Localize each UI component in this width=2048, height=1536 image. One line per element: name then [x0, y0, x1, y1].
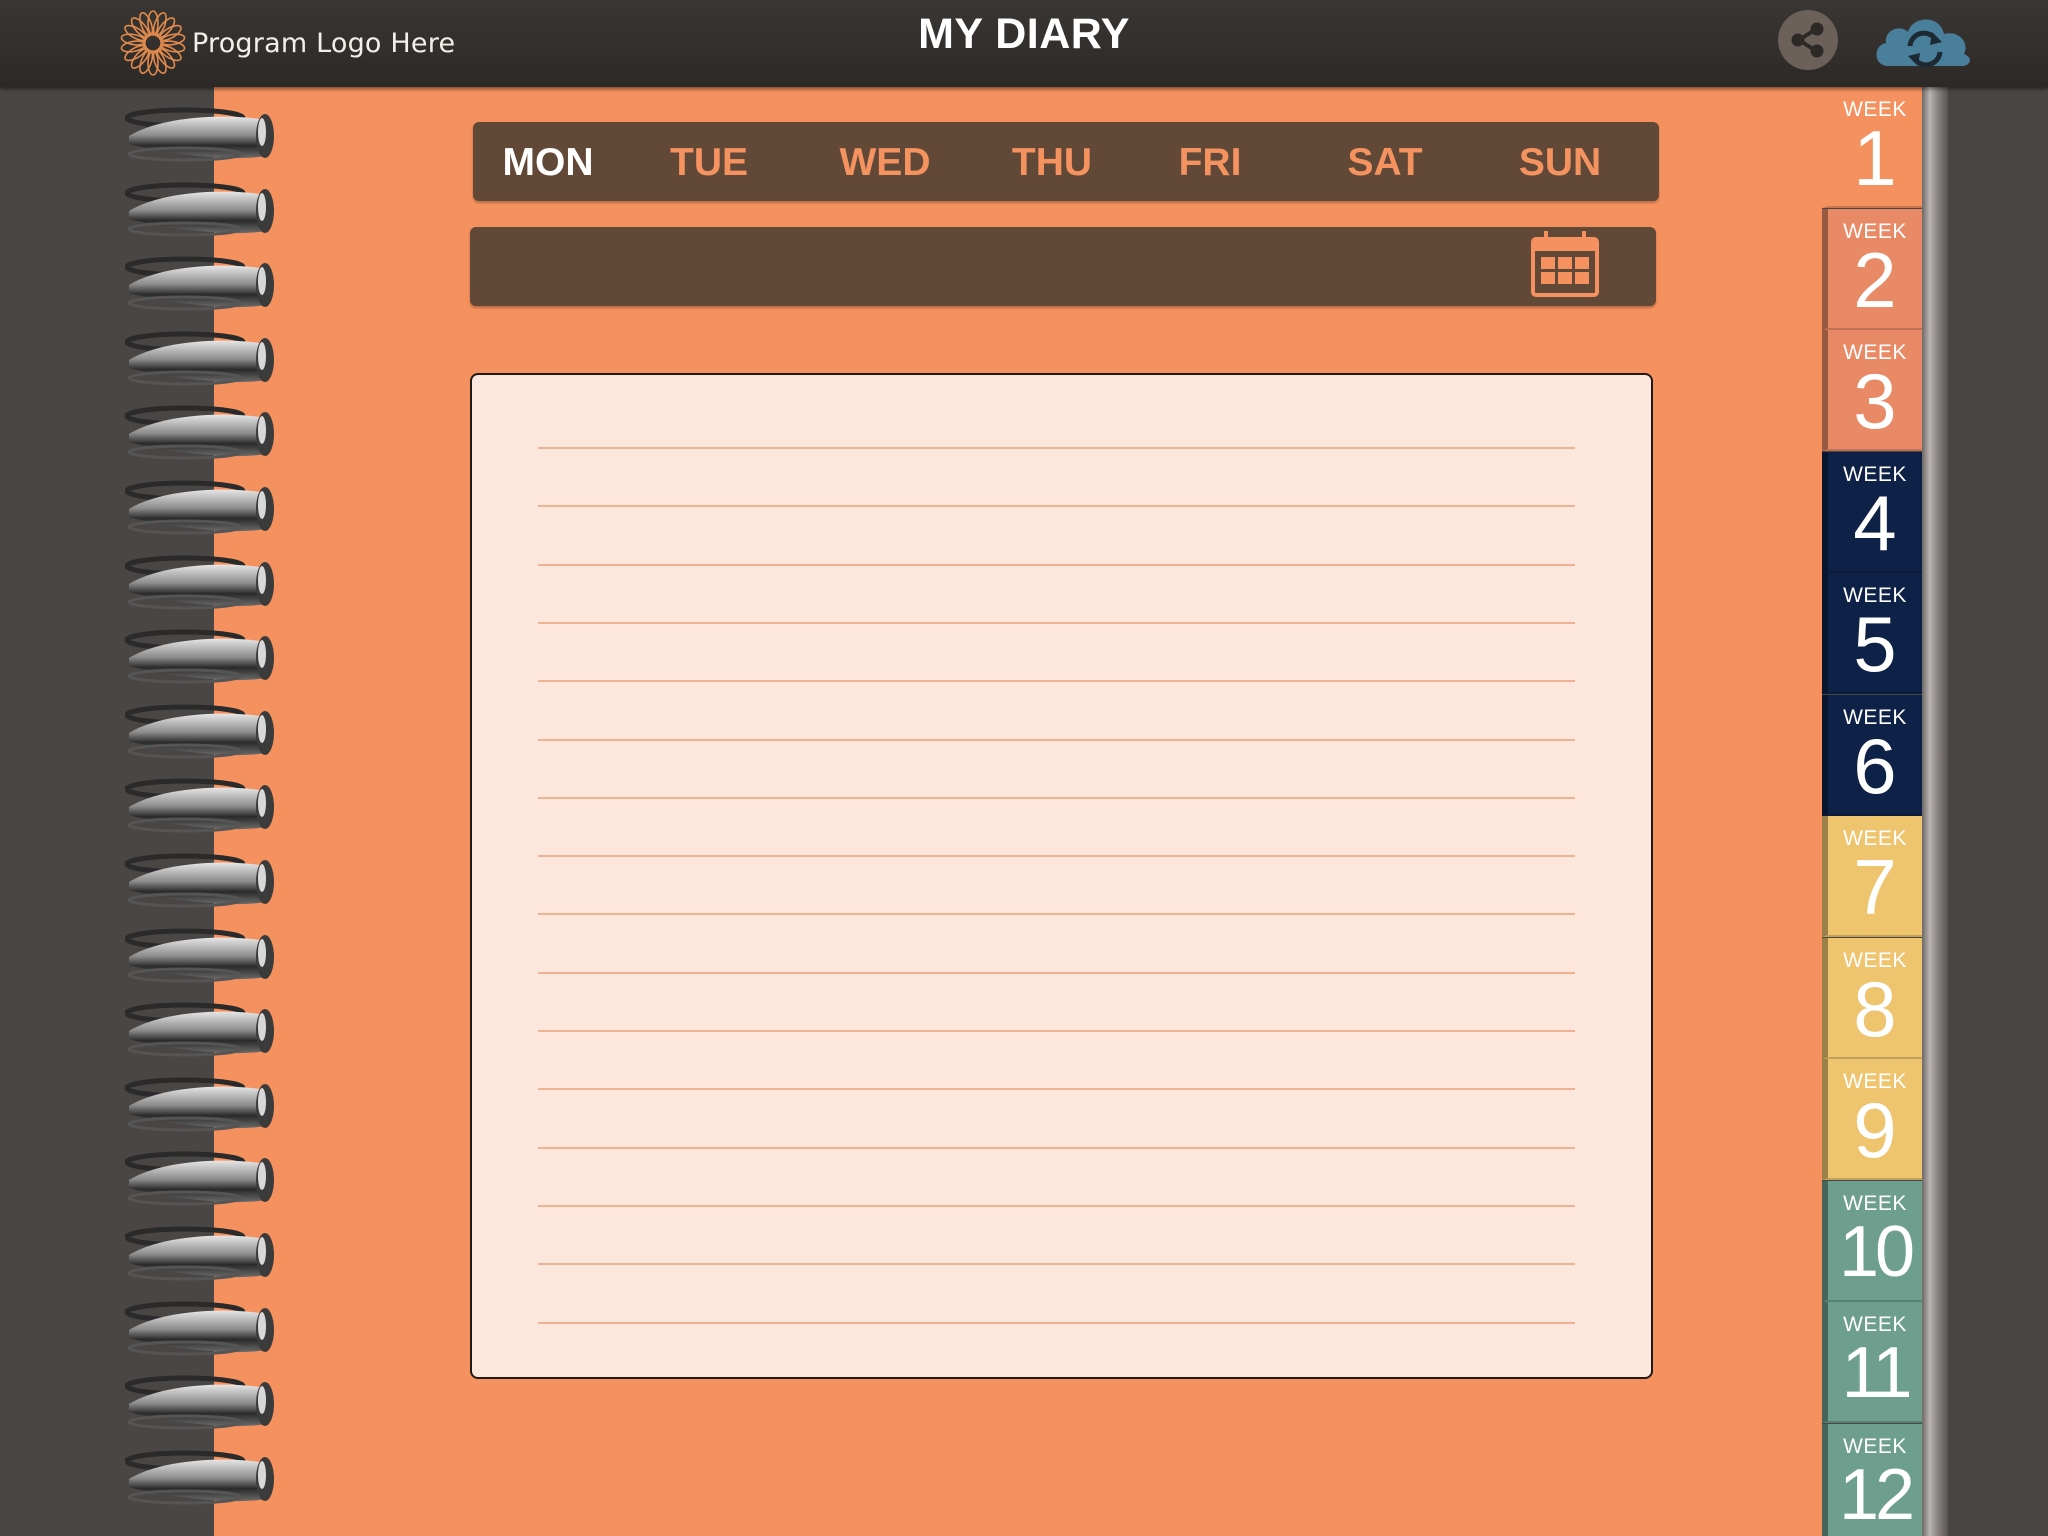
spiral-ring — [125, 480, 274, 535]
week-number: 6 — [1853, 721, 1897, 810]
calendar-button[interactable] — [1528, 227, 1602, 301]
week-number: 2 — [1853, 235, 1897, 324]
spiral-ring — [125, 405, 274, 460]
tab-tue[interactable]: TUE — [644, 122, 774, 201]
week-number: 8 — [1853, 964, 1897, 1053]
week-number: 1 — [1853, 114, 1897, 202]
spiral-ring — [125, 1450, 274, 1505]
week-tab-3[interactable]: WEEK 3 — [1822, 330, 1922, 451]
diary-app: Program Logo Here MY DIARY MON TUE WED T… — [0, 0, 2048, 1536]
spiral-ring — [125, 1002, 274, 1057]
ruled-line — [538, 1263, 1575, 1266]
page-title: MY DIARY — [918, 10, 1130, 58]
ruled-line — [538, 971, 1575, 974]
top-bar: Program Logo Here MY DIARY — [0, 0, 2048, 87]
ruled-line — [538, 913, 1575, 916]
spiral-ring — [125, 1375, 274, 1430]
week-tab-10[interactable]: WEEK 10 — [1822, 1180, 1922, 1302]
week-number: 7 — [1853, 843, 1897, 931]
ruled-line — [538, 855, 1575, 858]
week-tab-11[interactable]: WEEK 11 — [1822, 1302, 1922, 1423]
spiral-ring — [125, 778, 274, 833]
ruled-line — [538, 1030, 1575, 1032]
page-stack-edge — [1922, 87, 1948, 1536]
spiral-ring — [125, 928, 274, 983]
share-button[interactable] — [1778, 10, 1838, 70]
week-tab-5[interactable]: WEEK 5 — [1822, 573, 1922, 694]
tab-wed[interactable]: WED — [820, 122, 950, 201]
week-tab-7[interactable]: WEEK 7 — [1822, 816, 1922, 937]
ruled-line — [538, 505, 1575, 508]
ruled-line — [538, 1146, 1575, 1149]
week-number: 9 — [1853, 1086, 1897, 1174]
week-tab-6[interactable]: WEEK 6 — [1822, 694, 1922, 816]
ruled-line — [538, 1204, 1575, 1207]
spiral-ring — [125, 853, 274, 908]
week-number: 4 — [1853, 478, 1897, 567]
spiral-ring — [125, 555, 274, 610]
spiral-ring — [125, 1226, 274, 1281]
spiral-ring — [125, 1077, 274, 1132]
week-tab-2[interactable]: WEEK 2 — [1822, 208, 1922, 330]
date-bar[interactable] — [470, 227, 1656, 306]
ruled-line — [538, 563, 1575, 566]
spiral-ring — [125, 1151, 274, 1206]
ruled-line — [538, 1321, 1575, 1324]
week-number: 5 — [1853, 600, 1897, 688]
spiral-ring — [125, 182, 274, 237]
week-tabs: WEEK 1 WEEK 2 WEEK 3 WEEK 4 WEEK 5 WEEK 6 WEEK 7 WEEK 8… — [1822, 87, 1922, 1536]
spiral-ring — [125, 1301, 274, 1356]
spiral-ring — [125, 107, 274, 162]
tab-mon[interactable]: MON — [483, 122, 613, 201]
tab-fri[interactable]: FRI — [1145, 122, 1275, 201]
spiral-ring — [125, 704, 274, 759]
ruled-line — [538, 1088, 1575, 1091]
week-number: 11 — [1841, 1333, 1913, 1413]
week-tab-12[interactable]: WEEK 12 — [1822, 1423, 1922, 1536]
week-number: 10 — [1838, 1211, 1915, 1292]
ruled-line — [538, 680, 1575, 683]
week-number: 3 — [1853, 357, 1897, 445]
ruled-line — [538, 447, 1575, 449]
week-tab-4[interactable]: WEEK 4 — [1822, 451, 1922, 573]
spiral-binding — [125, 96, 275, 1536]
tab-thu[interactable]: THU — [987, 122, 1117, 201]
day-selector: MON TUE WED THU FRI SAT SUN — [473, 122, 1659, 201]
spiral-ring — [125, 629, 274, 684]
week-tab-9[interactable]: WEEK 9 — [1822, 1059, 1922, 1180]
ruled-line — [538, 796, 1575, 799]
ruled-line — [538, 621, 1575, 624]
spiral-ring — [125, 331, 274, 386]
tab-sun[interactable]: SUN — [1495, 122, 1625, 201]
share-icon — [1791, 22, 1824, 58]
cloud-sync-button[interactable] — [1870, 8, 1980, 70]
week-tab-8[interactable]: WEEK 8 — [1822, 937, 1922, 1059]
cloud-sync-icon — [1876, 19, 1970, 68]
spiral-ring — [125, 256, 274, 311]
ruled-lines — [538, 375, 1575, 1377]
calendar-icon — [1531, 231, 1599, 297]
week-tab-1[interactable]: WEEK 1 — [1822, 87, 1922, 208]
tab-sat[interactable]: SAT — [1320, 122, 1450, 201]
diary-entry-area[interactable] — [470, 373, 1653, 1379]
ruled-line — [538, 738, 1575, 741]
week-number: 12 — [1838, 1454, 1915, 1535]
